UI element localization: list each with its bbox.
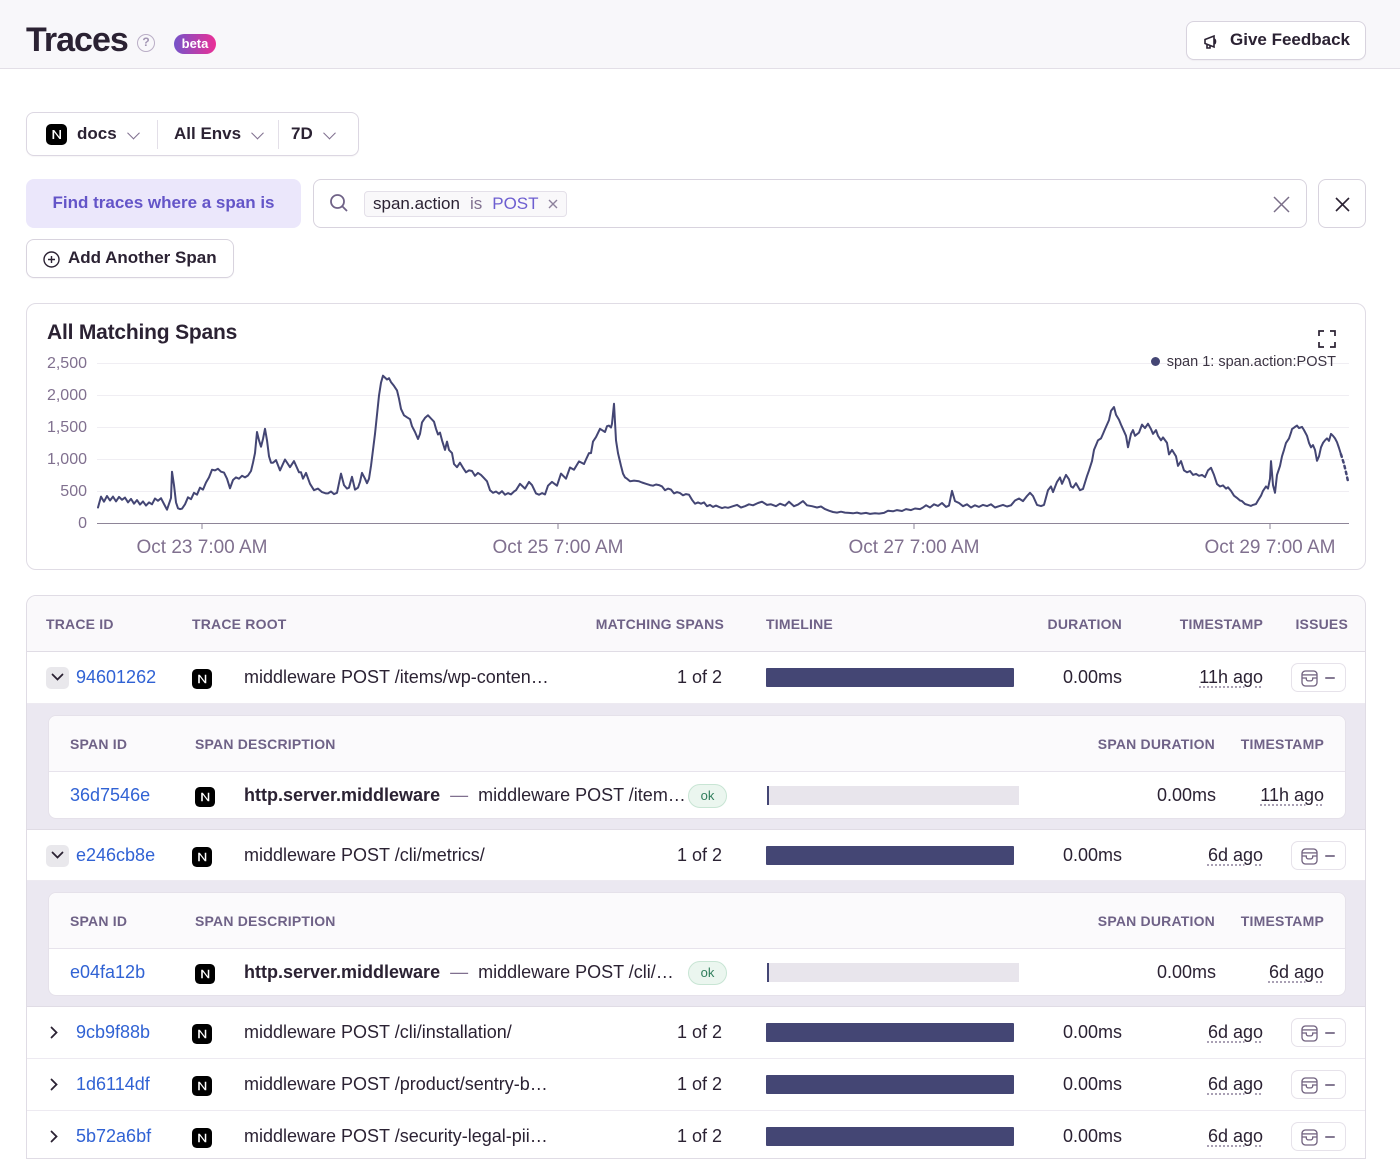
svg-text:500: 500 bbox=[60, 483, 87, 500]
svg-text:1,000: 1,000 bbox=[47, 451, 87, 468]
svg-text:2,000: 2,000 bbox=[47, 387, 87, 404]
svg-text:Oct 29 7:00 AM: Oct 29 7:00 AM bbox=[1205, 537, 1336, 558]
svg-text:2,500: 2,500 bbox=[47, 355, 87, 372]
svg-text:Oct 25 7:00 AM: Oct 25 7:00 AM bbox=[493, 537, 624, 558]
svg-text:0: 0 bbox=[78, 515, 87, 532]
svg-text:Oct 23 7:00 AM: Oct 23 7:00 AM bbox=[137, 537, 268, 558]
svg-text:Oct 27 7:00 AM: Oct 27 7:00 AM bbox=[849, 537, 980, 558]
svg-text:1,500: 1,500 bbox=[47, 419, 87, 436]
